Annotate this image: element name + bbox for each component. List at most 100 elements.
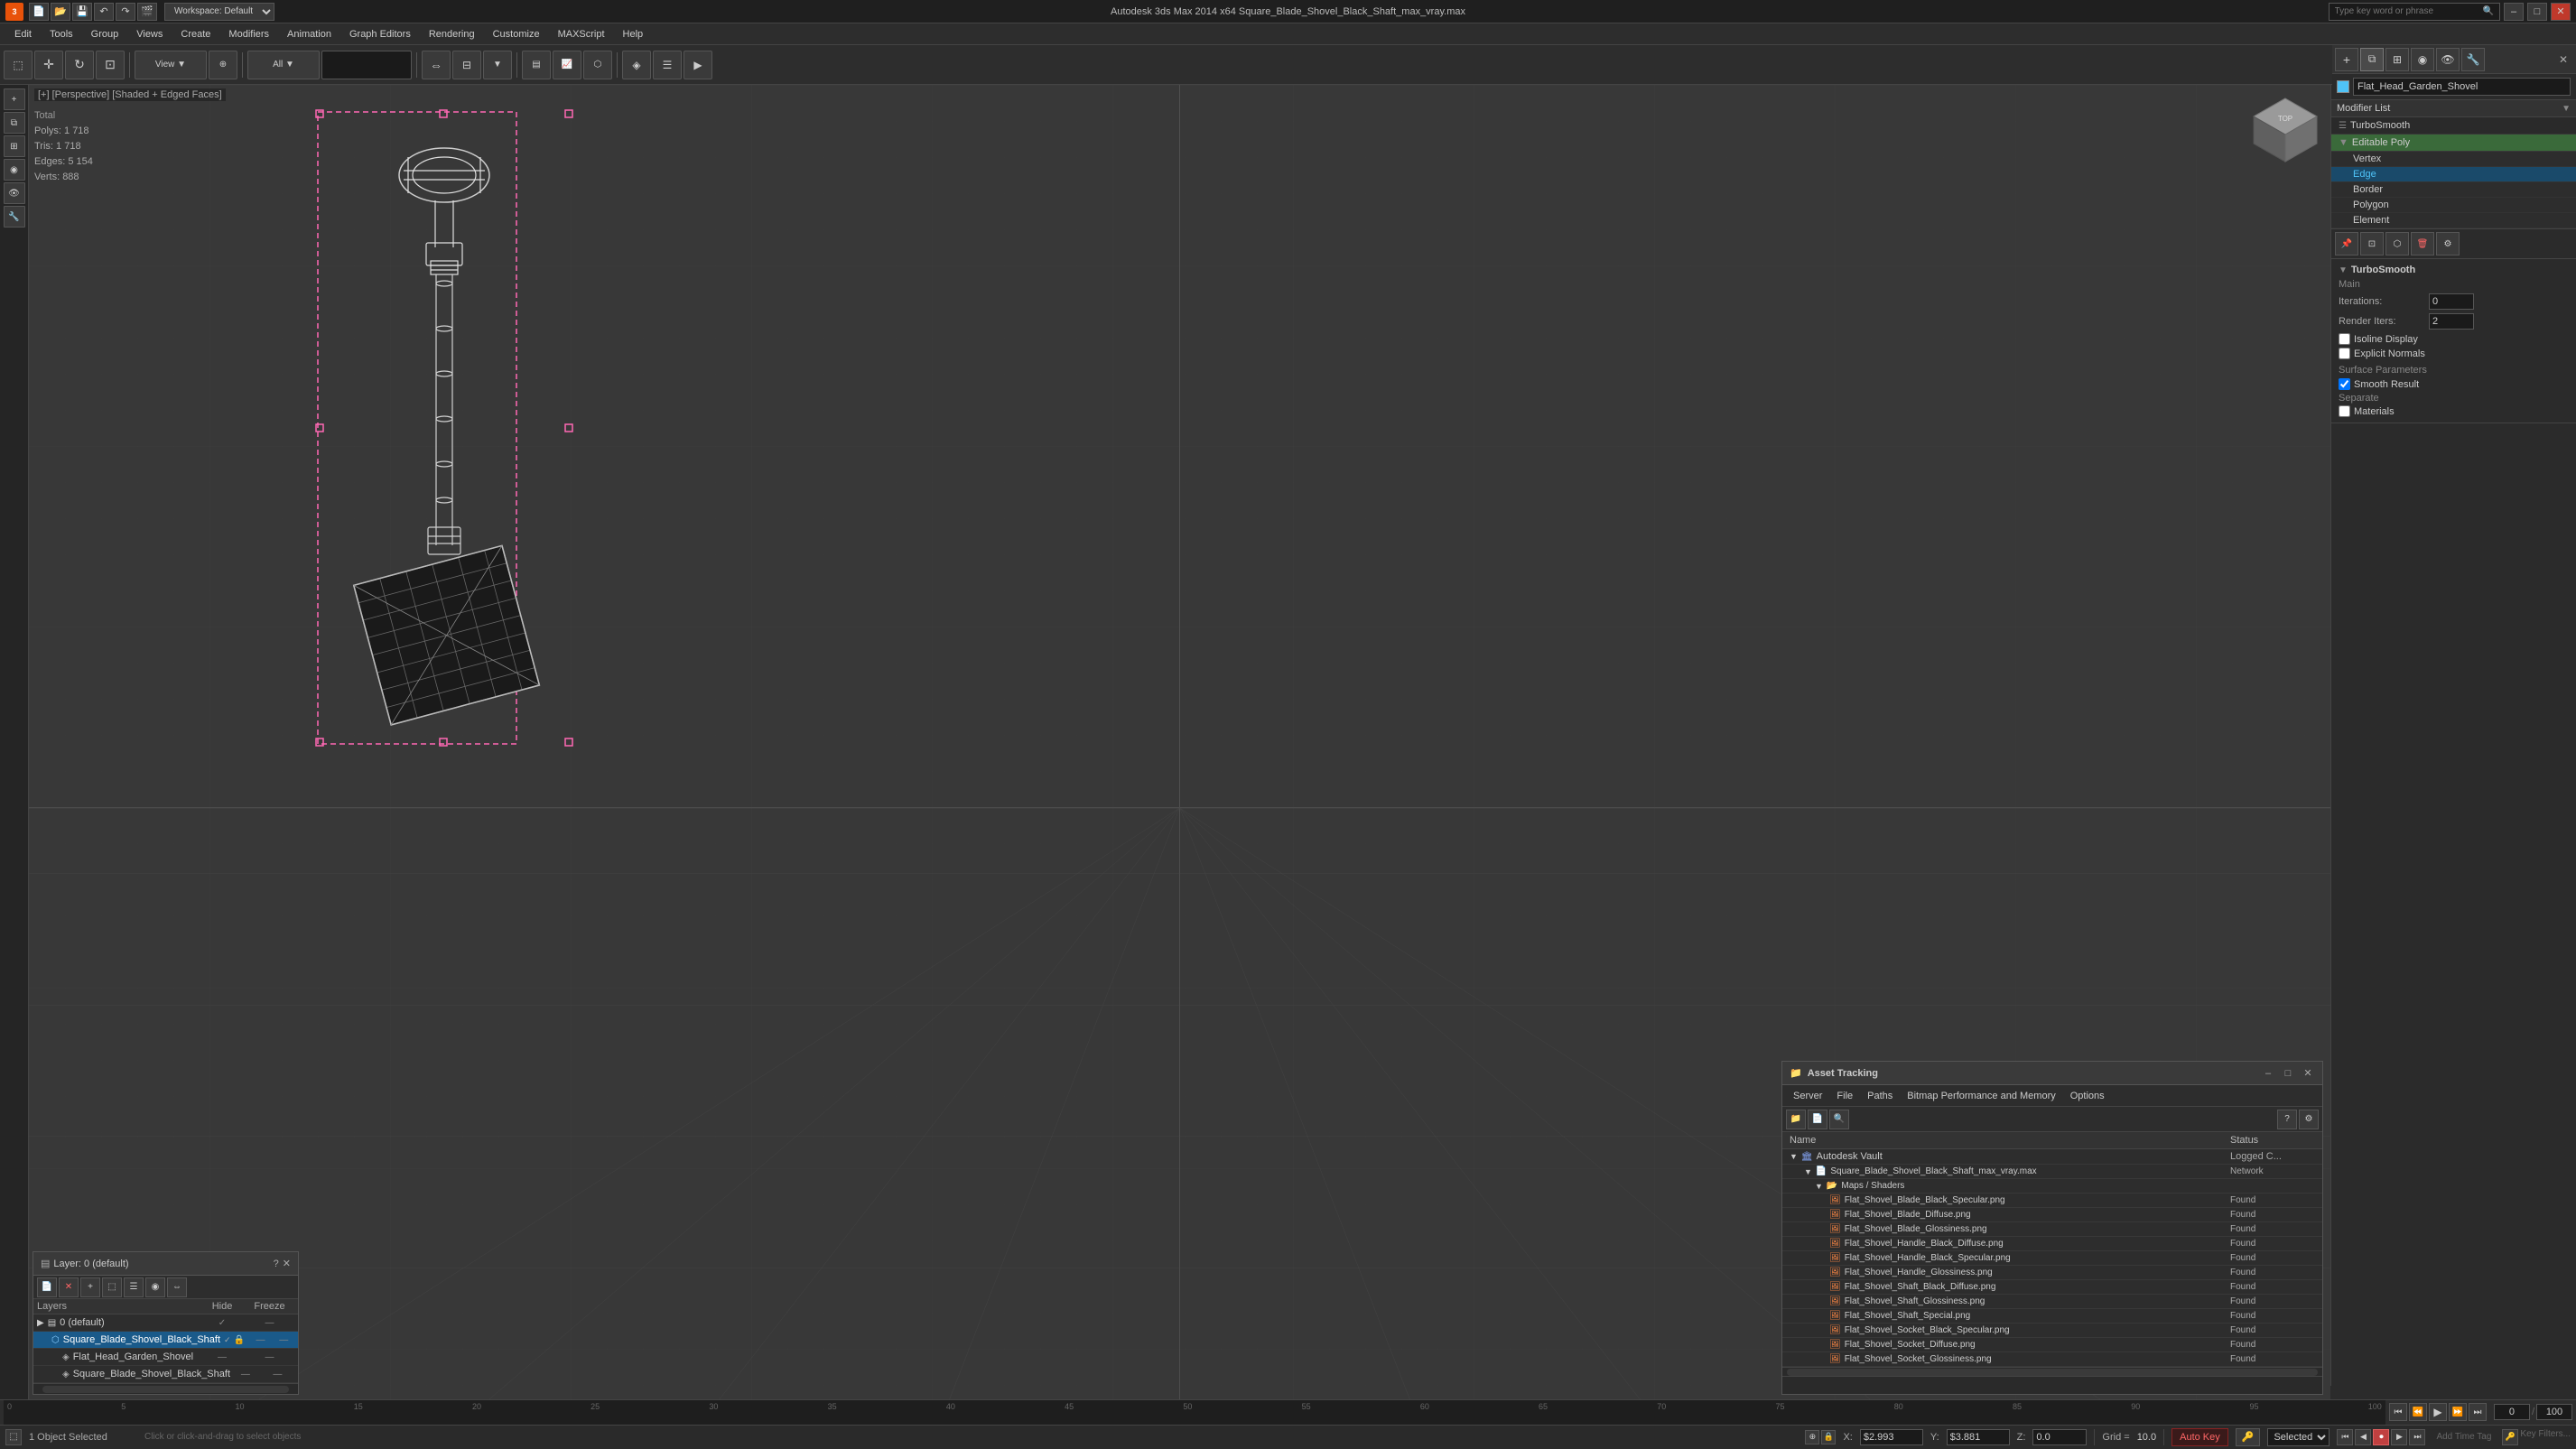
asset-row-tex8[interactable]: 🖼 Flat_Shovel_Shaft_Glossiness.png Found xyxy=(1782,1295,2322,1309)
menu-help[interactable]: Help xyxy=(614,27,653,42)
view-cube[interactable]: TOP xyxy=(2249,94,2321,166)
workspace-dropdown[interactable]: Workspace: Default xyxy=(164,3,274,21)
make-unique-btn[interactable]: ⬡ xyxy=(2385,232,2409,255)
asset-row-tex10[interactable]: 🖼 Flat_Shovel_Socket_Black_Specular.png … xyxy=(1782,1324,2322,1338)
ts-explicit-check[interactable] xyxy=(2339,348,2350,359)
asset-close-btn[interactable]: ✕ xyxy=(2301,1067,2315,1079)
lock-icon[interactable]: 🔒 xyxy=(1821,1430,1836,1444)
utilities-tool[interactable]: 🔧 xyxy=(4,206,25,228)
asset-row-tex5[interactable]: 🖼 Flat_Shovel_Handle_Black_Specular.png … xyxy=(1782,1251,2322,1266)
schematic-btn[interactable]: ⬡ xyxy=(583,51,612,79)
asset-menu-file[interactable]: File xyxy=(1829,1089,1860,1103)
edpoly-polygon[interactable]: Polygon xyxy=(2331,198,2576,213)
display-tool[interactable]: 👁 xyxy=(4,182,25,204)
maximize-btn[interactable]: □ xyxy=(2527,3,2547,21)
edpoly-expand-icon[interactable]: ▼ xyxy=(2339,137,2348,148)
asset-row-vault[interactable]: ▼ 🏛 Autodesk Vault Logged C... xyxy=(1782,1149,2322,1165)
asset-row-tex12[interactable]: 🖼 Flat_Shovel_Socket_Glossiness.png Foun… xyxy=(1782,1352,2322,1367)
time-ctrl-5[interactable]: ⏭ xyxy=(2409,1429,2425,1445)
layer-row-2[interactable]: ◈ Flat_Head_Garden_Shovel — — xyxy=(33,1349,298,1366)
ts-materials-check[interactable] xyxy=(2339,405,2350,417)
asset-col-status-header[interactable]: Status xyxy=(2223,1132,2322,1148)
auto-key-btn[interactable]: Auto Key xyxy=(2171,1428,2228,1446)
ts-iterations-input[interactable] xyxy=(2429,293,2474,310)
tab-modify[interactable]: ⧉ xyxy=(2360,48,2384,71)
layer-delete-btn[interactable]: ✕ xyxy=(59,1277,79,1297)
asset-row-tex3[interactable]: 🖼 Flat_Shovel_Blade_Glossiness.png Found xyxy=(1782,1222,2322,1237)
key-filters-dropdown[interactable]: Selected xyxy=(2267,1428,2330,1446)
minimize-btn[interactable]: – xyxy=(2504,3,2524,21)
tab-motion[interactable]: ◉ xyxy=(2411,48,2434,71)
menu-customize[interactable]: Customize xyxy=(484,27,549,42)
tab-utilities[interactable]: 🔧 xyxy=(2461,48,2485,71)
search-box[interactable]: 🔍 xyxy=(2329,3,2500,21)
asset-tb-btn1[interactable]: 📁 xyxy=(1786,1110,1806,1129)
asset-menu-options[interactable]: Options xyxy=(2063,1089,2112,1103)
edpoly-vertex[interactable]: Vertex xyxy=(2331,152,2576,167)
layer-help-btn[interactable]: ? xyxy=(274,1259,279,1269)
menu-tools[interactable]: Tools xyxy=(41,27,82,42)
vault-expand-icon[interactable]: ▼ xyxy=(1790,1152,1798,1161)
asset-menu-server[interactable]: Server xyxy=(1786,1089,1829,1103)
asset-row-tex4[interactable]: 🖼 Flat_Shovel_Handle_Black_Diffuse.png F… xyxy=(1782,1237,2322,1251)
asset-tb-btn2[interactable]: 📄 xyxy=(1808,1110,1827,1129)
edpoly-element[interactable]: Element xyxy=(2331,213,2576,228)
hierarchy-tool[interactable]: ⊞ xyxy=(4,135,25,157)
asset-row-file[interactable]: ▼ 📄 Square_Blade_Shovel_Black_Shaft_max_… xyxy=(1782,1165,2322,1179)
align-dropdown[interactable]: ▼ xyxy=(483,51,512,79)
rotate-btn[interactable]: ↻ xyxy=(65,51,94,79)
curve-editor-btn[interactable]: 📈 xyxy=(553,51,581,79)
search-input[interactable] xyxy=(2335,6,2479,16)
menu-modifiers[interactable]: Modifiers xyxy=(219,27,278,42)
asset-tb-btn5[interactable]: ⚙ xyxy=(2299,1110,2319,1129)
align-btn[interactable]: ⊟ xyxy=(452,51,481,79)
layer-merge-btn[interactable]: ⇔ xyxy=(167,1277,187,1297)
asset-row-tex6[interactable]: 🖼 Flat_Shovel_Handle_Glossiness.png Foun… xyxy=(1782,1266,2322,1280)
modify-tool[interactable]: ⧉ xyxy=(4,112,25,134)
open-btn[interactable]: 📂 xyxy=(51,3,70,21)
menu-group[interactable]: Group xyxy=(82,27,128,42)
asset-tb-btn3[interactable]: 🔍 xyxy=(1829,1110,1849,1129)
asset-row-tex11[interactable]: 🖼 Flat_Shovel_Socket_Diffuse.png Found xyxy=(1782,1338,2322,1352)
object-name-field[interactable] xyxy=(2353,78,2571,96)
menu-create[interactable]: Create xyxy=(172,27,219,42)
timeline-track-area[interactable]: 0 5 10 15 20 25 30 35 40 45 50 55 60 65 … xyxy=(4,1400,2385,1425)
modifier-editable-poly[interactable]: ▼ Editable Poly xyxy=(2331,135,2576,152)
select-btn[interactable]: ⬚ xyxy=(4,51,33,79)
layer-highlight-btn[interactable]: ◉ xyxy=(145,1277,165,1297)
scale-btn[interactable]: ⊡ xyxy=(96,51,125,79)
asset-row-tex2[interactable]: 🖼 Flat_Shovel_Blade_Diffuse.png Found xyxy=(1782,1208,2322,1222)
asset-col-name-header[interactable]: Name xyxy=(1782,1132,2223,1148)
tab-create[interactable]: + xyxy=(2335,48,2358,71)
tab-hierarchy[interactable]: ⊞ xyxy=(2385,48,2409,71)
render-setup-btn[interactable]: 🎬 xyxy=(137,3,157,21)
layer-new-btn[interactable]: 📄 xyxy=(37,1277,57,1297)
file-expand-icon[interactable]: ▼ xyxy=(1804,1167,1812,1176)
config-modifier-btn[interactable]: ⚙ xyxy=(2436,232,2460,255)
layer-lock-1[interactable]: 🔒 xyxy=(231,1335,248,1345)
asset-menu-bitmap[interactable]: Bitmap Performance and Memory xyxy=(1900,1089,2062,1103)
viewport-label[interactable]: [+] [Perspective] [Shaded + Edged Faces] xyxy=(34,88,226,101)
ts-render-iters-input[interactable] xyxy=(2429,313,2474,330)
tab-display[interactable]: 👁 xyxy=(2436,48,2460,71)
move-btn[interactable]: ✛ xyxy=(34,51,63,79)
modifier-turbosmooth[interactable]: ☰ TurboSmooth xyxy=(2331,117,2576,135)
layer-row-1[interactable]: ⬡ Square_Blade_Shovel_Black_Shaft ✓ 🔒 — … xyxy=(33,1332,298,1349)
search-icon[interactable]: 🔍 xyxy=(2483,6,2494,16)
show-end-result-btn[interactable]: ⊡ xyxy=(2360,232,2384,255)
layer-scrollbar[interactable] xyxy=(33,1383,298,1394)
panel-close-btn[interactable]: ✕ xyxy=(2554,51,2572,69)
motion-tool[interactable]: ◉ xyxy=(4,159,25,181)
menu-views[interactable]: Views xyxy=(127,27,172,42)
undo-btn[interactable]: ↶ xyxy=(94,3,114,21)
frame-input[interactable] xyxy=(2494,1404,2530,1420)
key-filter-btn[interactable]: 🔑 xyxy=(2502,1429,2518,1445)
asset-tb-btn4[interactable]: ? xyxy=(2277,1110,2297,1129)
layer-expand-icon-0[interactable]: ▶ xyxy=(37,1318,44,1328)
menu-rendering[interactable]: Rendering xyxy=(420,27,484,42)
select-filter[interactable]: All ▼ xyxy=(247,51,320,79)
render-btn[interactable]: ▶ xyxy=(684,51,712,79)
ts-isoline-check[interactable] xyxy=(2339,333,2350,345)
menu-maxscript[interactable]: MAXScript xyxy=(549,27,614,42)
maps-expand-icon[interactable]: ▼ xyxy=(1815,1182,1823,1191)
